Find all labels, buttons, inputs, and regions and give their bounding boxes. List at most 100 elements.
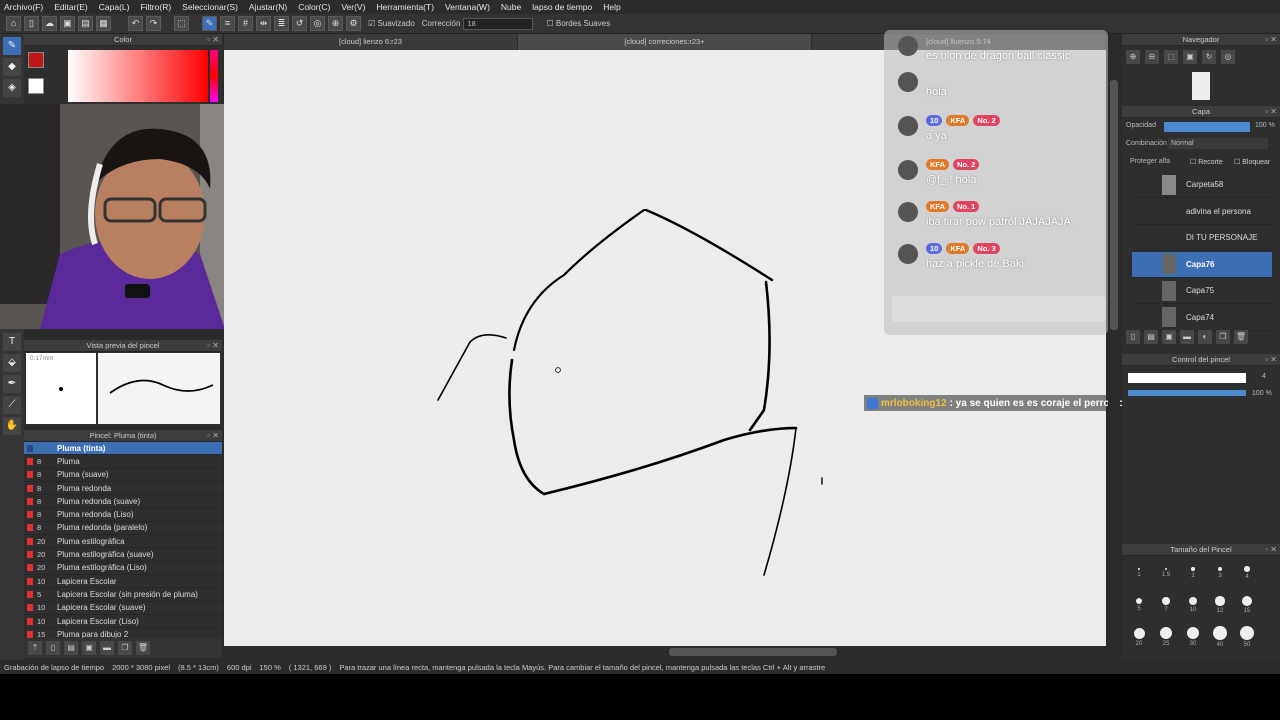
menu-archivo[interactable]: Archivo(F) bbox=[4, 2, 43, 12]
brush-size-preset[interactable]: 12 bbox=[1207, 592, 1233, 622]
smoothing-checkbox[interactable]: ☑ Suavizado bbox=[368, 19, 415, 28]
undo-icon[interactable]: ↶ bbox=[128, 16, 143, 31]
clip-checkbox[interactable]: ☐ Recorte bbox=[1190, 158, 1223, 166]
brush-size-slider[interactable] bbox=[1128, 373, 1246, 383]
new-layer-icon[interactable]: ▣ bbox=[1162, 330, 1176, 344]
fill-tool-icon[interactable]: ◈ bbox=[3, 79, 21, 97]
menu-help[interactable]: Help bbox=[603, 2, 620, 12]
brush-size-preset[interactable]: 50 bbox=[1234, 624, 1260, 654]
menu-filtro[interactable]: Filtro(R) bbox=[140, 2, 171, 12]
rotate-icon[interactable]: ↻ bbox=[1202, 50, 1216, 64]
brush-size-preset[interactable]: 4 bbox=[1234, 560, 1260, 590]
grid-snap-icon[interactable]: # bbox=[238, 16, 253, 31]
brush-item[interactable]: 8 Pluma redonda (paralelo) bbox=[24, 522, 222, 536]
brush-size-preset[interactable]: 30 bbox=[1180, 624, 1206, 654]
menu-ver[interactable]: Ver(V) bbox=[341, 2, 365, 12]
panel-close-icon[interactable]: ▫ ✕ bbox=[1265, 544, 1277, 556]
brush-item[interactable]: 8 Pluma redonda (suave) bbox=[24, 495, 222, 509]
panel-close-icon[interactable]: ▫ ✕ bbox=[207, 430, 219, 442]
brush-item[interactable]: 10 Lapicera Escolar bbox=[24, 575, 222, 589]
brush-mode-icon[interactable]: ✎ bbox=[202, 16, 217, 31]
cloud-icon[interactable]: ☁ bbox=[42, 16, 57, 31]
canvas-horizontal-scrollbar[interactable] bbox=[224, 646, 1120, 658]
menu-ajustar[interactable]: Ajustar(N) bbox=[249, 2, 287, 12]
curve-icon[interactable]: ↺ bbox=[292, 16, 307, 31]
fill-bucket-icon[interactable]: ⬙ bbox=[3, 354, 21, 372]
target-icon[interactable]: ⊕ bbox=[328, 16, 343, 31]
soft-edges-checkbox[interactable]: ☐ Bordes Suaves bbox=[546, 19, 610, 28]
menu-color[interactable]: Color(C) bbox=[298, 2, 330, 12]
panel-close-icon[interactable]: ▫ ✕ bbox=[207, 34, 219, 46]
brush-item[interactable]: 20 Pluma estilográfica (Liso) bbox=[24, 562, 222, 575]
new-raster-layer-icon[interactable]: ▯ bbox=[1126, 330, 1140, 344]
panel-close-icon[interactable]: ▫ ✕ bbox=[1265, 354, 1277, 366]
brush-size-preset[interactable]: 20 bbox=[1126, 624, 1152, 654]
brush-opacity-slider[interactable] bbox=[1128, 390, 1246, 396]
scroll-thumb[interactable] bbox=[1110, 80, 1118, 330]
brush-item[interactable]: 5 Lapicera Escolar (sin presión de pluma) bbox=[24, 588, 222, 602]
color-picker-area[interactable] bbox=[68, 50, 208, 102]
brush-size-preset[interactable]: 7 bbox=[1153, 592, 1179, 622]
blend-mode-select[interactable]: Normal bbox=[1168, 138, 1268, 149]
new-file-icon[interactable]: ▯ bbox=[24, 16, 39, 31]
brush-size-preset[interactable]: 3 bbox=[1207, 560, 1233, 590]
lock-checkbox[interactable]: ☐ Bloquear bbox=[1234, 158, 1270, 166]
zoom-out-icon[interactable]: ⊖ bbox=[1145, 50, 1159, 64]
brush-item[interactable]: 8 Pluma redonda bbox=[24, 482, 222, 496]
menu-lapso[interactable]: lapso de tiempo bbox=[532, 2, 592, 12]
layer-item[interactable]: Capa75 bbox=[1132, 278, 1272, 304]
brush-item[interactable]: 10 Lapicera Escolar (Liso) bbox=[24, 615, 222, 629]
brush-size-preset[interactable]: 10 bbox=[1180, 592, 1206, 622]
panel-close-icon[interactable]: ▫ ✕ bbox=[1265, 34, 1277, 46]
grid-icon[interactable]: ▦ bbox=[96, 16, 111, 31]
copy-icon[interactable]: ▣ bbox=[82, 641, 96, 655]
upload-icon[interactable]: ⇡ bbox=[28, 641, 42, 655]
chat-input[interactable] bbox=[892, 296, 1106, 322]
menu-herramienta[interactable]: Herramienta(T) bbox=[376, 2, 434, 12]
brush-item[interactable]: Pluma (tinta) bbox=[24, 442, 222, 456]
hand-tool-icon[interactable]: ✋ bbox=[3, 417, 21, 435]
tab-correciones[interactable]: [cloud] correciones:r23+ bbox=[518, 34, 812, 50]
brush-item[interactable]: 8 Pluma bbox=[24, 455, 222, 469]
brush-size-preset[interactable]: 1 bbox=[1126, 560, 1152, 590]
tab-lienzo-6[interactable]: [cloud] lienzo 6:r23 bbox=[224, 34, 518, 50]
menu-capa[interactable]: Capa(L) bbox=[99, 2, 130, 12]
delete-icon[interactable]: 🗑 bbox=[136, 641, 150, 655]
background-color-swatch[interactable] bbox=[28, 78, 44, 94]
panel-close-icon[interactable]: ▫ ✕ bbox=[1265, 106, 1277, 118]
redo-icon[interactable]: ↷ bbox=[146, 16, 161, 31]
line-tool-icon[interactable]: ⟋ bbox=[3, 396, 21, 414]
line-icon[interactable]: ≣ bbox=[274, 16, 289, 31]
layer-item[interactable]: DI TU PERSONAJE bbox=[1132, 225, 1272, 251]
snap-icon[interactable]: ⇹ bbox=[256, 16, 271, 31]
brush-size-preset[interactable]: 40 bbox=[1207, 624, 1233, 654]
transform-icon[interactable]: ⬚ bbox=[174, 16, 189, 31]
menu-nube[interactable]: Nube bbox=[501, 2, 521, 12]
foreground-color-swatch[interactable] bbox=[28, 52, 44, 68]
brush-item[interactable]: 8 Pluma (suave) bbox=[24, 469, 222, 482]
settings-icon[interactable]: ⚙ bbox=[346, 16, 361, 31]
layer-item[interactable]: adivina el persona bbox=[1132, 199, 1272, 225]
new-vector-layer-icon[interactable]: ▤ bbox=[1144, 330, 1158, 344]
circle-icon[interactable]: ◎ bbox=[310, 16, 325, 31]
copy-layer-icon[interactable]: ❐ bbox=[1216, 330, 1230, 344]
new-folder-icon[interactable]: ▬ bbox=[1180, 330, 1194, 344]
brush-item[interactable]: 20 Pluma estilográfica (suave) bbox=[24, 548, 222, 562]
new-brush-icon[interactable]: ▯ bbox=[46, 641, 60, 655]
duplicate-icon[interactable]: ▤ bbox=[64, 641, 78, 655]
layer-item[interactable]: Capa74 bbox=[1132, 305, 1272, 331]
ruler-icon[interactable]: ≡ bbox=[220, 16, 235, 31]
paste-icon[interactable]: ❐ bbox=[118, 641, 132, 655]
export-icon[interactable]: ▤ bbox=[78, 16, 93, 31]
eraser-tool-icon[interactable]: ◆ bbox=[3, 58, 21, 76]
brush-size-preset[interactable]: 1.5 bbox=[1153, 560, 1179, 590]
menu-ventana[interactable]: Ventana(W) bbox=[445, 2, 490, 12]
hue-slider[interactable] bbox=[210, 50, 218, 102]
protect-alpha-toggle[interactable]: Proteger alfa bbox=[1130, 158, 1170, 165]
actual-size-icon[interactable]: ▣ bbox=[1183, 50, 1197, 64]
layer-item[interactable]: Capa76 bbox=[1132, 251, 1272, 278]
zoom-in-icon[interactable]: ⊕ bbox=[1126, 50, 1140, 64]
text-tool-icon[interactable]: T bbox=[3, 333, 21, 351]
layer-mask-icon[interactable]: ◐ bbox=[1198, 330, 1212, 344]
pen-tool-icon[interactable]: ✎ bbox=[3, 37, 21, 55]
